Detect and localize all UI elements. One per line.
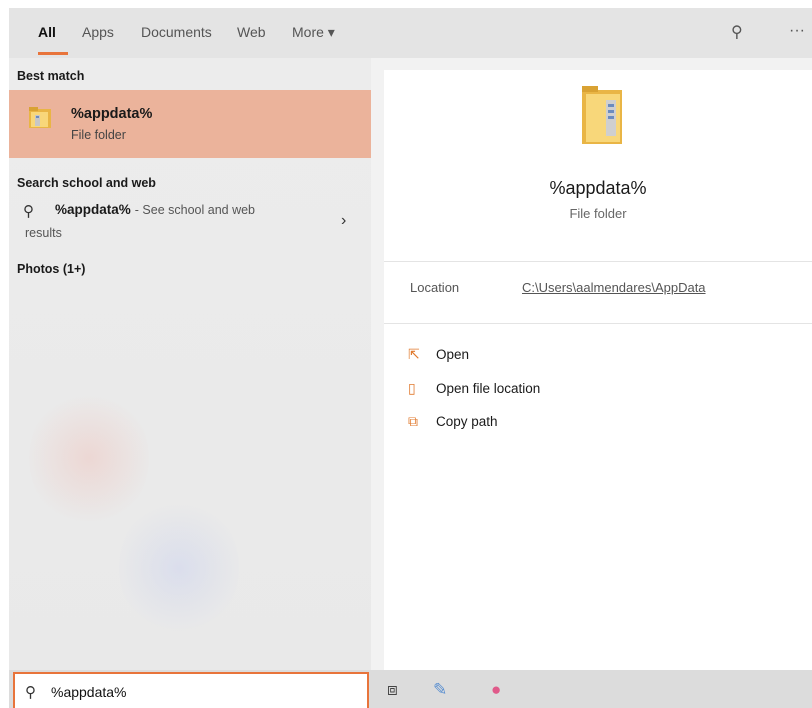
- tab-all[interactable]: All: [38, 24, 56, 40]
- tab-documents[interactable]: Documents: [141, 24, 212, 40]
- preview-title: %appdata%: [549, 178, 647, 198]
- photos-heading[interactable]: Photos (1+): [17, 262, 85, 276]
- search-web-heading: Search school and web: [17, 176, 156, 190]
- open-file-location-icon: ▯: [408, 380, 416, 396]
- web-result-subtitle: results: [25, 226, 62, 240]
- active-tab-indicator: [38, 52, 68, 55]
- location-label: Location: [410, 280, 460, 295]
- tab-bar: All Apps Documents Web More ▾ ⚲ ···: [9, 8, 812, 58]
- divider: [384, 261, 812, 262]
- open-file-location-action[interactable]: ▯ Open file location: [408, 380, 540, 397]
- more-options-icon[interactable]: ···: [789, 22, 805, 40]
- feedback-icon[interactable]: ⚲: [731, 22, 743, 42]
- copy-path-action[interactable]: ⧉ Copy path: [408, 413, 498, 430]
- folder-icon: [29, 107, 51, 128]
- search-icon: ⚲: [23, 203, 34, 220]
- open-action-label: Open: [436, 347, 470, 362]
- taskbar: ⚲ ⧈ ✎ ●: [9, 670, 812, 708]
- best-match-title: %appdata%: [71, 106, 153, 122]
- preview-panel: %appdata% File folder Location C:\Users\…: [384, 70, 812, 670]
- best-match-result[interactable]: %appdata% File folder: [9, 90, 371, 158]
- start-search-window: All Apps Documents Web More ▾ ⚲ ··· Best…: [9, 8, 812, 708]
- paint-icon[interactable]: ✎: [433, 680, 447, 700]
- task-view-icon[interactable]: ⧈: [387, 680, 398, 700]
- search-box[interactable]: ⚲: [13, 672, 369, 708]
- tab-more[interactable]: More ▾: [292, 24, 335, 41]
- divider: [384, 323, 812, 324]
- search-icon: ⚲: [25, 684, 36, 701]
- tab-apps[interactable]: Apps: [82, 24, 114, 40]
- results-panel: Best match %appdata% File folder Search …: [9, 58, 371, 670]
- location-link[interactable]: C:\Users\aalmendares\AppData: [522, 280, 706, 295]
- paint-3d-icon[interactable]: ●: [491, 680, 501, 700]
- best-match-heading: Best match: [17, 69, 85, 83]
- tab-web[interactable]: Web: [237, 24, 266, 40]
- open-action[interactable]: ⇱ Open: [408, 346, 469, 363]
- web-result-suffix: - See school and web: [134, 203, 255, 217]
- background-decor: [29, 388, 149, 528]
- search-input[interactable]: [51, 682, 351, 702]
- folder-large-icon: [582, 86, 622, 144]
- open-file-location-label: Open file location: [436, 381, 541, 396]
- background-decor: [119, 498, 239, 638]
- preview-subtitle: File folder: [569, 206, 627, 221]
- web-search-result[interactable]: ⚲ %appdata% - See school and web results …: [9, 198, 371, 250]
- chevron-right-icon[interactable]: ›: [341, 212, 346, 230]
- best-match-subtitle: File folder: [71, 128, 126, 142]
- copy-path-icon: ⧉: [408, 413, 418, 429]
- web-result-title: %appdata%: [55, 202, 131, 217]
- copy-path-label: Copy path: [436, 414, 498, 429]
- open-icon: ⇱: [408, 346, 420, 362]
